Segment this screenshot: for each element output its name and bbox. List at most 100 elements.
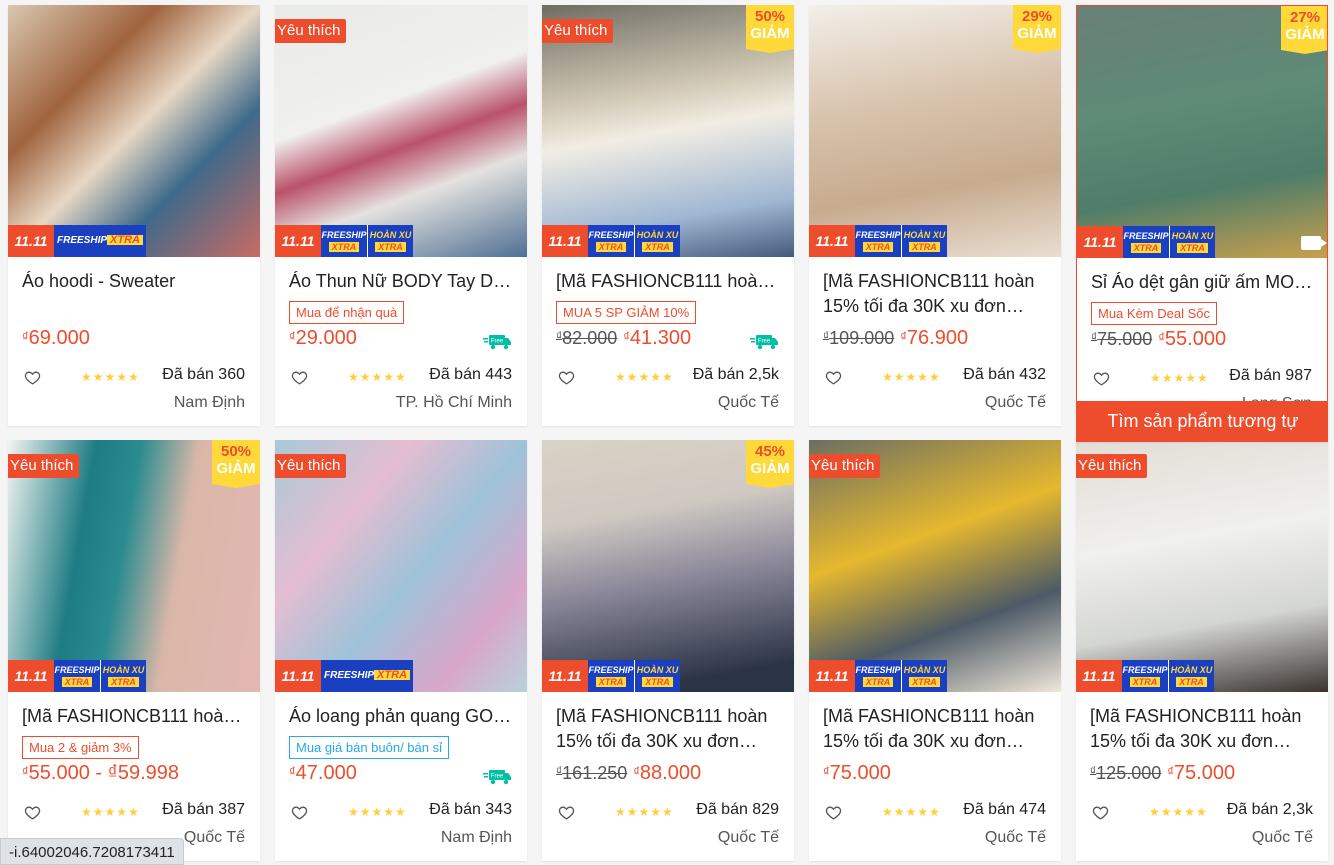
original-price: ₫161.250 (556, 763, 628, 783)
favorite-badge: Yêu thích (542, 19, 614, 47)
sold-count: Đã bán 474 (963, 801, 1046, 818)
heart-icon[interactable] (291, 369, 308, 386)
product-title[interactable]: [Mã FASHIONCB111 hoàn 15% tối đa 30K xu … (556, 269, 780, 294)
promo-tag: Mua 2 & giảm 3% (22, 736, 139, 759)
product-image[interactable]: 27% GIẢM 11.11 FREESHIP XTRA HOÀN XU XTRA (1077, 6, 1327, 258)
sale-banner: 11.11 FREESHIP XTRA HOÀN XU XTRA (1077, 226, 1215, 258)
product-image[interactable]: Yêu thích 11.11 FREESHIP XTRA (275, 440, 527, 692)
product-card[interactable]: Yêu thích 50% GIẢM 11.11 FREESHIP XTRA HOÀN XU… (8, 440, 260, 861)
product-title[interactable]: [Mã FASHIONCB111 hoàn 15% tối đa 30K xu … (1090, 704, 1314, 754)
product-grid: 11.11 FREESHIP XTRA Áo hoodi - Sweater ₫69.0… (8, 5, 1330, 865)
shop-location: Quốc Tế (717, 829, 779, 846)
shop-location: TP. Hồ Chí Minh (395, 394, 512, 411)
product-title[interactable]: Áo loang phản quang GOOD DAY (289, 704, 513, 729)
heart-icon[interactable] (558, 804, 575, 821)
rating-stars: ★★★★★ (81, 370, 140, 384)
favorite-badge: Yêu thích (275, 454, 347, 482)
svg-text:Free: Free (491, 774, 504, 780)
discount-badge: 45% GIẢM (746, 440, 794, 488)
current-price: ₫55.000 (1158, 328, 1227, 350)
current-price: ₫41.300 (623, 327, 692, 349)
sold-count: Đã bán 432 (963, 366, 1046, 383)
product-card[interactable]: 45% GIẢM 11.11 FREESHIP XTRA HOÀN XU XTRA [Mã F… (542, 440, 794, 861)
product-title[interactable]: Áo Thun Nữ BODY Tay Dài Kẻ Sọc (289, 269, 513, 294)
heart-icon[interactable] (1092, 804, 1109, 821)
price-row: ₫75.000 (823, 762, 891, 785)
heart-icon[interactable] (24, 369, 41, 386)
favorite-badge: Yêu thích (8, 454, 80, 482)
svg-text:Free: Free (491, 339, 504, 345)
rating-stars: ★★★★★ (615, 370, 674, 384)
price-row: ₫29.000 (289, 327, 357, 350)
product-card[interactable]: Yêu thích 11.11 FREESHIP XTRA HOÀN XU XTRA Áo … (275, 5, 527, 426)
shop-location: Nam Định (173, 394, 245, 411)
shop-location: Quốc Tế (984, 394, 1046, 411)
product-title[interactable]: Áo hoodi - Sweater (22, 269, 246, 294)
rating-stars: ★★★★★ (348, 805, 407, 819)
product-card[interactable]: 27% GIẢM 11.11 FREESHIP XTRA HOÀN XU XTRA Sỉ Áo… (1076, 5, 1328, 442)
shop-location: Quốc Tế (183, 829, 245, 846)
heart-icon[interactable] (1093, 370, 1110, 387)
rating-stars: ★★★★★ (348, 370, 407, 384)
favorite-badge: Yêu thích (275, 19, 347, 47)
shop-location: Quốc Tế (984, 829, 1046, 846)
heart-icon[interactable] (24, 804, 41, 821)
product-title[interactable]: [Mã FASHIONCB111 hoàn 15% tối đa 30K xu … (823, 269, 1047, 319)
sale-banner: 11.11 FREESHIP XTRA (8, 225, 146, 257)
product-card[interactable]: Yêu thích 11.11 FREESHIP XTRA HOÀN XU XTRA [Mã… (1076, 440, 1328, 861)
rating-stars: ★★★★★ (1149, 805, 1208, 819)
sold-count: Đã bán 2,3k (1226, 801, 1313, 818)
sale-banner: 11.11 FREESHIP XTRA HOÀN XU XTRA (542, 660, 680, 692)
product-card[interactable]: Yêu thích 11.11 FREESHIP XTRA Áo loang phản … (275, 440, 527, 861)
price-row: ₫161.250 ₫88.000 (556, 762, 701, 785)
heart-icon[interactable] (825, 369, 842, 386)
product-title[interactable]: [Mã FASHIONCB111 hoàn 15% tối đa 30K xu … (823, 704, 1047, 754)
heart-icon[interactable] (825, 804, 842, 821)
product-card[interactable]: 11.11 FREESHIP XTRA Áo hoodi - Sweater ₫69.0… (8, 5, 260, 426)
promo-tag: Mua Kèm Deal Sốc (1091, 302, 1217, 325)
rating-stars: ★★★★★ (615, 805, 674, 819)
product-image[interactable]: Yêu thích 11.11 FREESHIP XTRA HOÀN XU XTRA (809, 440, 1061, 692)
product-image[interactable]: Yêu thích 11.11 FREESHIP XTRA HOÀN XU XTRA (1076, 440, 1328, 692)
sold-count: Đã bán 360 (162, 366, 245, 383)
product-image[interactable]: Yêu thích 11.11 FREESHIP XTRA HOÀN XU XTRA (275, 5, 527, 257)
sold-count: Đã bán 387 (162, 801, 245, 818)
free-shipping-truck-icon: Free (483, 335, 511, 350)
shop-location: Quốc Tế (1251, 829, 1313, 846)
product-card[interactable]: Yêu thích 11.11 FREESHIP XTRA HOÀN XU XTRA [Mã… (809, 440, 1061, 861)
product-image[interactable]: Yêu thích 50% GIẢM 11.11 FREESHIP XTRA HOÀN XU… (542, 5, 794, 257)
status-bar-url: -i.64002046.7208173411 (0, 838, 184, 865)
product-image[interactable]: 11.11 FREESHIP XTRA (8, 5, 260, 257)
product-image[interactable]: 29% GIẢM 11.11 FREESHIP XTRA HOÀN XU XTRA (809, 5, 1061, 257)
product-title[interactable]: Sỉ Áo dệt gân giữ ấm MOTIE (1091, 270, 1315, 295)
product-image[interactable]: 45% GIẢM 11.11 FREESHIP XTRA HOÀN XU XTRA (542, 440, 794, 692)
find-similar-button[interactable]: Tìm sản phẩm tương tự (1077, 401, 1327, 441)
original-price: ₫75.000 (1091, 329, 1153, 349)
price-row: ₫109.000 ₫76.900 (823, 327, 968, 350)
sale-banner: 11.11 FREESHIP XTRA HOÀN XU XTRA (809, 660, 947, 692)
product-card[interactable]: 29% GIẢM 11.11 FREESHIP XTRA HOÀN XU XTRA [Mã F… (809, 5, 1061, 426)
sold-count: Đã bán 343 (429, 801, 512, 818)
price-row: ₫82.000 ₫41.300 (556, 327, 691, 350)
price-row: ₫125.000 ₫75.000 (1090, 762, 1235, 785)
product-title[interactable]: [Mã FASHIONCB111 hoàn 15% tối đa 30K xu]… (22, 704, 246, 729)
product-image[interactable]: Yêu thích 50% GIẢM 11.11 FREESHIP XTRA HOÀN XU… (8, 440, 260, 692)
sale-banner: 11.11 FREESHIP XTRA HOÀN XU XTRA (809, 225, 947, 257)
favorite-badge: Yêu thích (1076, 454, 1148, 482)
heart-icon[interactable] (558, 369, 575, 386)
discount-badge: 27% GIẢM (1281, 6, 1327, 54)
rating-stars: ★★★★★ (882, 805, 941, 819)
price-row: ₫47.000 (289, 762, 357, 785)
discount-badge: 50% GIẢM (746, 5, 794, 53)
heart-icon[interactable] (291, 804, 308, 821)
price-row: ₫69.000 (22, 327, 90, 350)
original-price: ₫109.000 (823, 328, 895, 348)
current-price: ₫55.000 - ₫59.998 (22, 762, 180, 784)
product-card[interactable]: Yêu thích 50% GIẢM 11.11 FREESHIP XTRA HOÀN XU… (542, 5, 794, 426)
discount-badge: 29% GIẢM (1013, 5, 1061, 53)
product-title[interactable]: [Mã FASHIONCB111 hoàn 15% tối đa 30K xu … (556, 704, 780, 754)
rating-stars: ★★★★★ (1150, 371, 1209, 385)
current-price: ₫88.000 (633, 762, 702, 784)
current-price: ₫76.900 (900, 327, 969, 349)
shop-location: Nam Định (440, 829, 512, 846)
